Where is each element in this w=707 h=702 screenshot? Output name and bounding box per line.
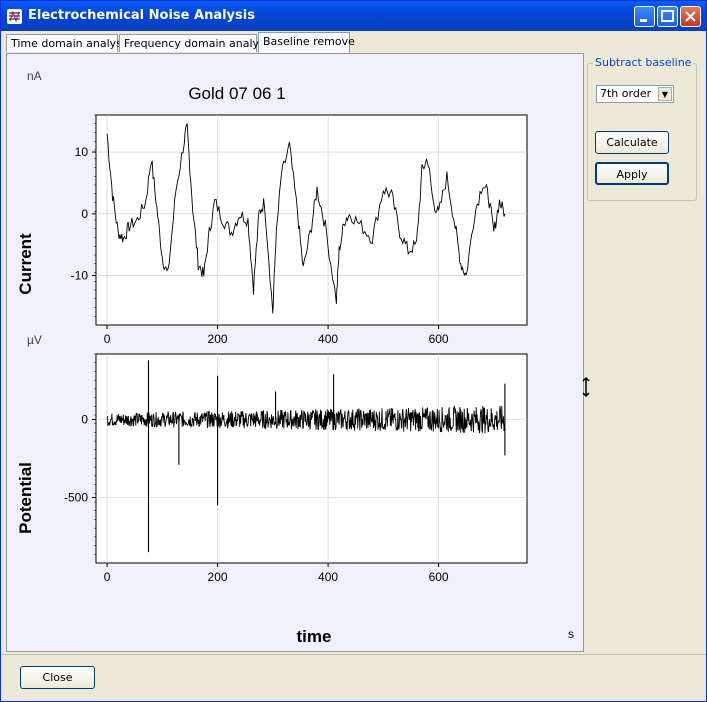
tab-frequency-domain[interactable]: Frequency domain analysis (119, 34, 274, 52)
x-tick-label: 400 (318, 570, 338, 584)
minimize-icon (640, 19, 647, 22)
title-bar[interactable]: Electrochemical Noise Analysis (1, 1, 706, 31)
x-tick-label: 600 (429, 570, 449, 584)
group-title: Subtract baseline (593, 56, 694, 69)
plot-frame (95, 114, 528, 326)
y-axis-label: Current (16, 233, 35, 295)
subtract-baseline-group: Subtract baseline 7th order ▼ Calculate … (587, 56, 697, 201)
y-tick-label: -10 (71, 269, 89, 283)
main-window: Electrochemical Noise Analysis Time doma… (0, 0, 707, 702)
close-window-button[interactable] (680, 6, 701, 27)
close-button[interactable]: Close (20, 666, 95, 689)
calculate-button[interactable]: Calculate (595, 131, 669, 154)
x-tick-label: 600 (429, 332, 449, 346)
order-select-value: 7th order (600, 87, 652, 100)
tab-time-domain[interactable]: Time domain analysis (6, 34, 131, 52)
plot-frame (95, 353, 528, 564)
charts-area: 0 200 400 600 10 0 -10 nA Current Gold 07 06 1 0 20… (16, 69, 574, 646)
y-unit-label: nA (27, 69, 42, 83)
x-tick-label: 200 (208, 570, 228, 584)
chart-current (92, 114, 528, 329)
minimize-button[interactable] (634, 6, 655, 27)
apply-button[interactable]: Apply (595, 162, 669, 185)
bottom-bar: Close (1, 654, 706, 702)
y-unit-label: µV (27, 333, 42, 347)
x-axis-label: time (297, 627, 332, 646)
y-tick-label: -500 (64, 490, 88, 504)
y-tick-label: 10 (75, 145, 89, 159)
app-icon (7, 9, 22, 24)
close-icon (685, 11, 696, 22)
x-unit-label: s (568, 627, 574, 641)
tab-baseline-remove[interactable]: Baseline remove (258, 32, 355, 54)
y-tick-label: 0 (81, 207, 88, 221)
sidebar: Subtract baseline 7th order ▼ Calculate … (585, 53, 697, 652)
y-tick-label: 0 (81, 413, 88, 427)
chart-potential (92, 353, 528, 567)
x-tick-label: 400 (318, 332, 338, 346)
chevron-down-icon[interactable]: ▼ (658, 87, 672, 101)
window-title: Electrochemical Noise Analysis (28, 8, 255, 23)
x-tick-label: 0 (104, 570, 111, 584)
chart-panel: 0 200 400 600 10 0 -10 nA Current Gold 07 06 1 0 20… (6, 53, 584, 652)
maximize-icon (661, 10, 674, 22)
chart-title: Gold 07 06 1 (188, 84, 285, 103)
maximize-button[interactable] (657, 6, 678, 27)
y-axis-label: Potential (16, 462, 35, 534)
order-select[interactable]: 7th order ▼ (596, 85, 674, 103)
x-tick-label: 0 (104, 332, 111, 346)
x-tick-label: 200 (208, 332, 228, 346)
